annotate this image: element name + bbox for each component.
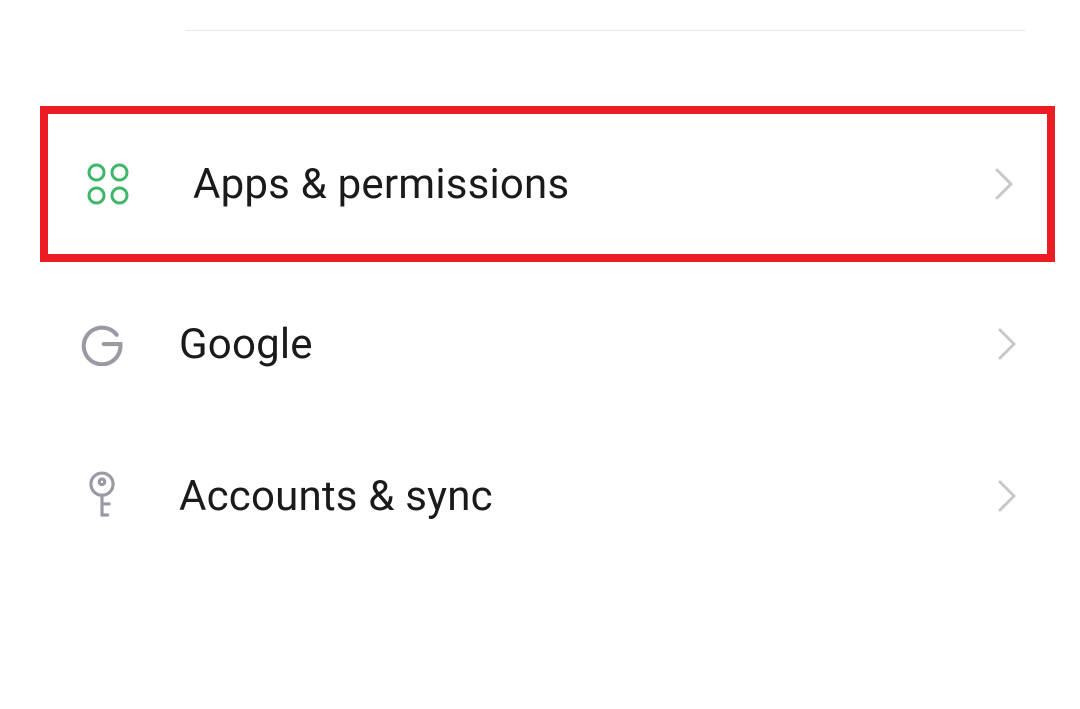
settings-row-google[interactable]: Google — [0, 274, 1080, 414]
google-g-icon — [80, 322, 124, 366]
row-gap — [0, 414, 1080, 426]
row-gap — [0, 262, 1080, 274]
chevron-right-icon — [996, 324, 1020, 364]
highlight-frame: Apps & permissions — [40, 106, 1055, 262]
section-spacer — [0, 31, 1080, 106]
key-icon — [80, 474, 124, 518]
apps-grid-icon — [78, 154, 138, 214]
chevron-right-icon — [993, 164, 1017, 204]
settings-row-apps-permissions[interactable]: Apps & permissions — [48, 114, 1047, 254]
chevron-right-icon — [996, 476, 1020, 516]
settings-item-label: Google — [179, 320, 996, 369]
settings-row-accounts-sync[interactable]: Accounts & sync — [0, 426, 1080, 566]
settings-item-label: Apps & permissions — [193, 160, 993, 209]
settings-item-label: Accounts & sync — [179, 472, 996, 521]
